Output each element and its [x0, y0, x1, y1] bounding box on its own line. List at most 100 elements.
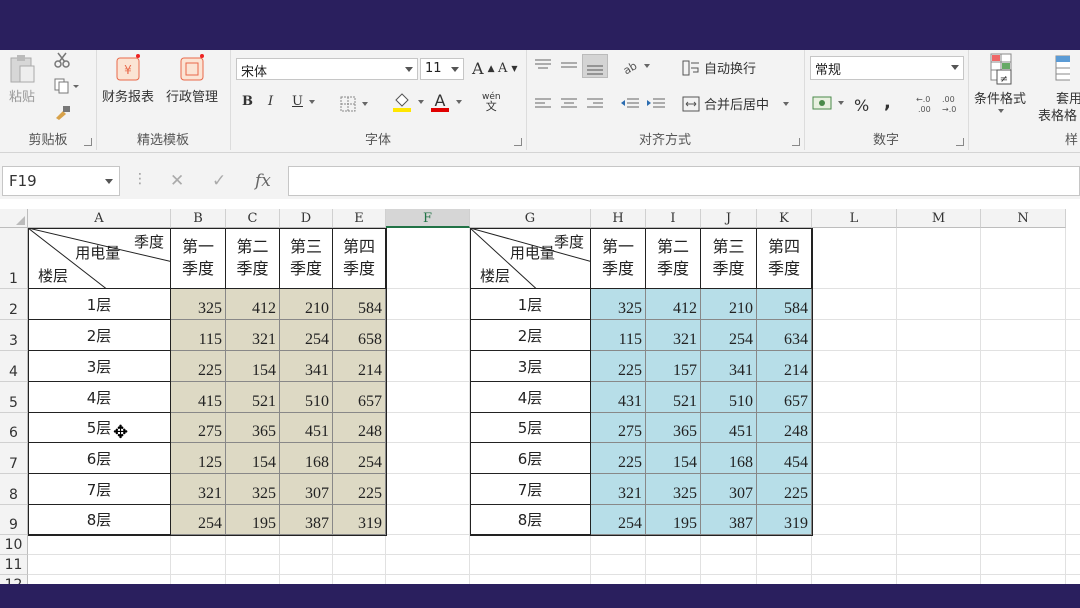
column-header-a[interactable]: A: [28, 209, 171, 228]
table-right-value-cell[interactable]: 157: [646, 351, 701, 382]
underline-button[interactable]: U: [292, 94, 315, 109]
table-right-floor-cell[interactable]: 2层: [470, 320, 591, 351]
table-left-quarter-header[interactable]: 第四 季度: [333, 228, 386, 289]
align-left-icon[interactable]: [534, 96, 552, 110]
align-center-icon[interactable]: [560, 96, 578, 110]
table-right-quarter-header[interactable]: 第三 季度: [701, 228, 757, 289]
table-left-value-cell[interactable]: 275: [171, 413, 226, 443]
table-left-value-cell[interactable]: 325: [226, 474, 280, 505]
increase-decimal-icon[interactable]: ←.0.00: [914, 94, 934, 114]
column-header-k[interactable]: K: [757, 209, 812, 228]
number-launcher-icon[interactable]: [956, 138, 964, 146]
table-left-floor-cell[interactable]: 8层: [28, 505, 171, 535]
finance-report-button[interactable]: ¥ 财务报表: [102, 54, 154, 105]
table-left-value-cell[interactable]: 658: [333, 320, 386, 351]
table-right-diagonal-header[interactable]: 季度 用电量 楼层: [470, 228, 591, 289]
table-right-value-cell[interactable]: 254: [591, 505, 646, 535]
table-right-value-cell[interactable]: 154: [646, 443, 701, 474]
table-left-value-cell[interactable]: 115: [171, 320, 226, 351]
table-left-value-cell[interactable]: 195: [226, 505, 280, 535]
orientation-button[interactable]: ab: [620, 58, 650, 77]
table-right-value-cell[interactable]: 412: [646, 289, 701, 320]
align-middle-icon[interactable]: [560, 58, 578, 72]
table-right-value-cell[interactable]: 225: [757, 474, 812, 505]
table-right-value-cell[interactable]: 307: [701, 474, 757, 505]
table-left-value-cell[interactable]: 584: [333, 289, 386, 320]
table-left-value-cell[interactable]: 210: [280, 289, 333, 320]
table-left-value-cell[interactable]: 451: [280, 413, 333, 443]
table-right-floor-cell[interactable]: 1层: [470, 289, 591, 320]
table-left-floor-cell[interactable]: 3层: [28, 351, 171, 382]
row-header-4[interactable]: 4: [0, 351, 28, 382]
column-header-e[interactable]: E: [333, 209, 386, 228]
table-right-value-cell[interactable]: 248: [757, 413, 812, 443]
table-right-value-cell[interactable]: 115: [591, 320, 646, 351]
align-bottom-icon[interactable]: [582, 54, 608, 78]
table-left-value-cell[interactable]: 341: [280, 351, 333, 382]
table-left-value-cell[interactable]: 225: [333, 474, 386, 505]
table-right-value-cell[interactable]: 195: [646, 505, 701, 535]
column-header-l[interactable]: L: [812, 209, 897, 228]
table-left-value-cell[interactable]: 307: [280, 474, 333, 505]
table-right-value-cell[interactable]: 454: [757, 443, 812, 474]
column-header-g[interactable]: G: [470, 209, 591, 228]
number-format-select[interactable]: 常规: [810, 56, 964, 80]
table-left-quarter-header[interactable]: 第二 季度: [226, 228, 280, 289]
conditional-format-button[interactable]: ≠ 条件格式: [974, 52, 1026, 113]
table-right-value-cell[interactable]: 275: [591, 413, 646, 443]
font-launcher-icon[interactable]: [514, 138, 522, 146]
border-button[interactable]: [340, 96, 368, 112]
alignment-launcher-icon[interactable]: [792, 138, 800, 146]
table-left-floor-cell[interactable]: 2层: [28, 320, 171, 351]
table-right-value-cell[interactable]: 431: [591, 382, 646, 413]
row-header-3[interactable]: 3: [0, 320, 28, 351]
table-left-value-cell[interactable]: 657: [333, 382, 386, 413]
font-color-button[interactable]: A: [430, 91, 462, 112]
table-right-value-cell[interactable]: 254: [701, 320, 757, 351]
table-right-quarter-header[interactable]: 第二 季度: [646, 228, 701, 289]
shrink-font-button[interactable]: A ▼: [498, 61, 518, 76]
italic-button[interactable]: I: [268, 94, 273, 109]
accounting-format-button[interactable]: [812, 94, 844, 112]
table-right-value-cell[interactable]: 451: [701, 413, 757, 443]
table-left-value-cell[interactable]: 319: [333, 505, 386, 535]
table-left-value-cell[interactable]: 214: [333, 351, 386, 382]
table-left-value-cell[interactable]: 321: [226, 320, 280, 351]
table-right-quarter-header[interactable]: 第一 季度: [591, 228, 646, 289]
table-left-value-cell[interactable]: 415: [171, 382, 226, 413]
column-header-b[interactable]: B: [171, 209, 226, 228]
paste-button[interactable]: 粘贴: [8, 54, 36, 105]
table-left-value-cell[interactable]: 412: [226, 289, 280, 320]
row-header-8[interactable]: 8: [0, 474, 28, 505]
insert-function-icon[interactable]: fx: [255, 171, 271, 191]
table-right-floor-cell[interactable]: 5层: [470, 413, 591, 443]
decrease-indent-icon[interactable]: [620, 96, 640, 110]
cut-icon[interactable]: [54, 52, 70, 68]
table-left-value-cell[interactable]: 225: [171, 351, 226, 382]
table-left-floor-cell[interactable]: 1层: [28, 289, 171, 320]
table-right-value-cell[interactable]: 214: [757, 351, 812, 382]
align-right-icon[interactable]: [586, 96, 604, 110]
column-header-i[interactable]: I: [646, 209, 701, 228]
table-left-value-cell[interactable]: 168: [280, 443, 333, 474]
align-top-icon[interactable]: [534, 58, 552, 72]
table-left-value-cell[interactable]: 125: [171, 443, 226, 474]
table-left-value-cell[interactable]: 365: [226, 413, 280, 443]
table-right-value-cell[interactable]: 584: [757, 289, 812, 320]
decrease-decimal-icon[interactable]: .00 →.0: [940, 94, 960, 114]
table-left-floor-cell[interactable]: 7层: [28, 474, 171, 505]
table-right-value-cell[interactable]: 225: [591, 351, 646, 382]
table-right-value-cell[interactable]: 510: [701, 382, 757, 413]
table-left-value-cell[interactable]: 254: [333, 443, 386, 474]
table-right-floor-cell[interactable]: 3层: [470, 351, 591, 382]
clipboard-launcher-icon[interactable]: [84, 138, 92, 146]
grow-font-button[interactable]: A ▲: [472, 59, 494, 78]
wrap-text-button[interactable]: 自动换行: [682, 58, 756, 77]
table-left-floor-cell[interactable]: 6层: [28, 443, 171, 474]
column-header-h[interactable]: H: [591, 209, 646, 228]
row-header-2[interactable]: 2: [0, 289, 28, 320]
table-left-diagonal-header[interactable]: 季度 用电量 楼层: [28, 228, 171, 289]
table-left-value-cell[interactable]: 254: [280, 320, 333, 351]
column-header-j[interactable]: J: [701, 209, 757, 228]
table-right-value-cell[interactable]: 225: [591, 443, 646, 474]
